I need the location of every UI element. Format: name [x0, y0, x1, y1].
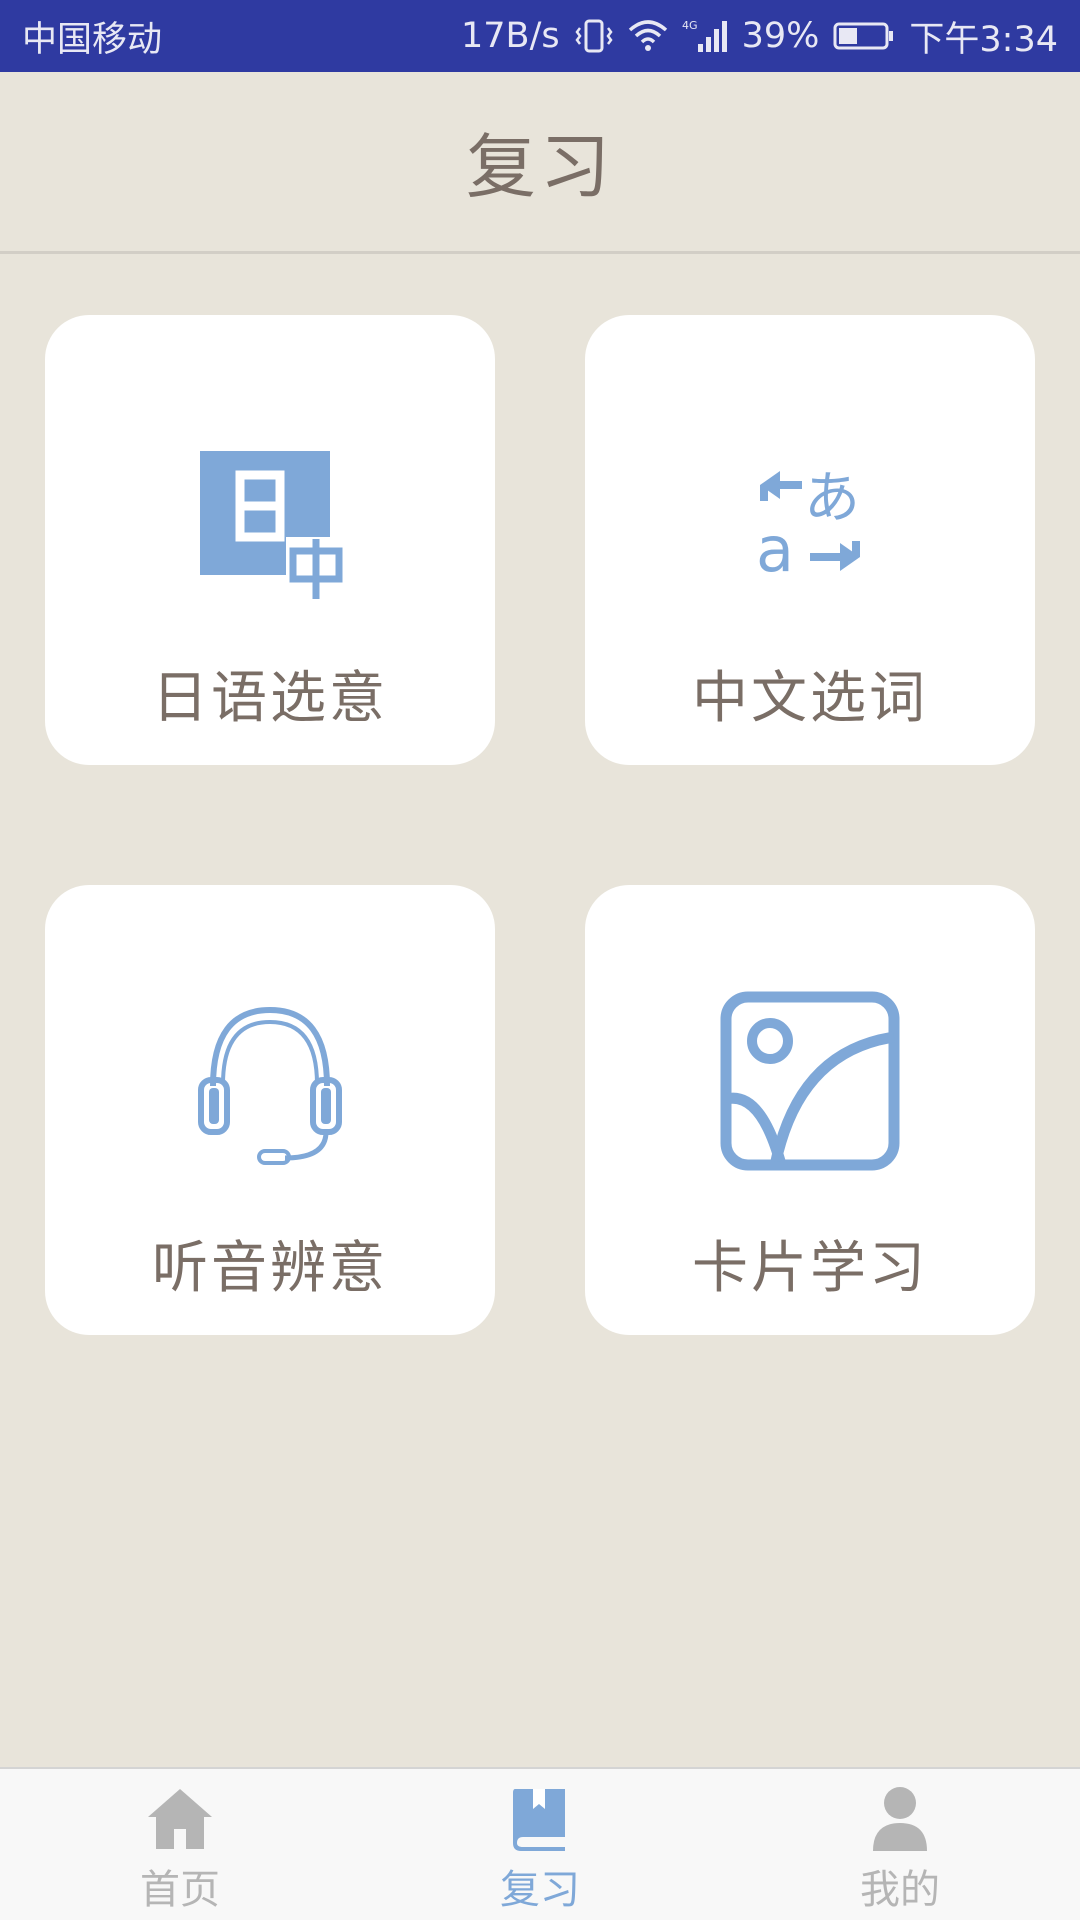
battery-icon [833, 21, 895, 51]
svg-text:あ: あ [804, 466, 860, 531]
card-label: 中文选词 [692, 666, 928, 731]
battery-percent: 39% [741, 16, 820, 56]
language-swap-icon: あ a [750, 461, 870, 586]
card-label: 日语选意 [152, 666, 388, 731]
nav-item-home[interactable]: 首页 [0, 1769, 360, 1920]
svg-text:a: a [756, 513, 794, 581]
card-listen-meaning[interactable]: 听音辨意 [45, 885, 495, 1335]
nav-label: 首页 [140, 1867, 220, 1913]
vibrate-icon [574, 18, 614, 54]
user-icon [871, 1785, 929, 1855]
card-jp-select-meaning[interactable]: 日语选意 [45, 315, 495, 765]
clock: 下午3:34 [909, 19, 1058, 60]
bottom-nav: 首页 复习 我的 [0, 1767, 1080, 1920]
page-title: 复习 [466, 126, 614, 208]
home-icon [146, 1785, 214, 1855]
nav-item-review[interactable]: 复习 [360, 1769, 720, 1920]
book-icon [511, 1785, 569, 1855]
title-bar: 复习 [0, 72, 1080, 254]
svg-text:4G: 4G [682, 19, 698, 32]
network-speed: 17B/s [461, 16, 560, 56]
card-label: 听音辨意 [152, 1236, 388, 1301]
jp-zh-translate-icon [190, 441, 350, 605]
signal-4g-icon: 4G [682, 18, 728, 54]
card-flashcard-study[interactable]: 卡片学习 [585, 885, 1035, 1335]
card-label: 卡片学习 [692, 1236, 928, 1301]
card-zh-select-word[interactable]: あ a 中文选词 [585, 315, 1035, 765]
nav-item-profile[interactable]: 我的 [720, 1769, 1080, 1920]
nav-label: 复习 [500, 1867, 580, 1913]
headset-icon [195, 996, 345, 1170]
status-bar: 中国移动 17B/s 4G 39% 下午3:34 [0, 0, 1080, 72]
carrier-name: 中国移动 [22, 19, 163, 60]
status-indicators: 17B/s 4G 39% 下午3:34 [461, 11, 1058, 62]
picture-card-icon [720, 991, 900, 1175]
nav-label: 我的 [860, 1867, 940, 1913]
wifi-icon [628, 20, 668, 52]
